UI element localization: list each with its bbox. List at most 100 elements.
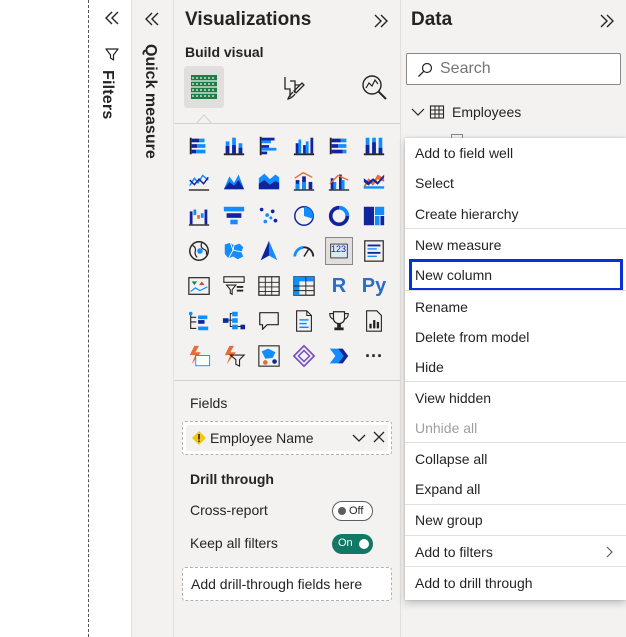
clustered-column-chart-icon[interactable] xyxy=(291,133,317,159)
menu-item-label: Add to drill through xyxy=(415,575,533,591)
python-visual-icon[interactable]: Py xyxy=(361,273,387,299)
menu-item-new-group[interactable]: New group xyxy=(405,506,626,534)
filters-pane: Filters xyxy=(90,0,132,637)
line-and-stacked-column-chart-icon[interactable] xyxy=(291,168,317,194)
menu-item-label: Collapse all xyxy=(415,451,488,467)
smart-narrative-icon[interactable] xyxy=(291,308,317,334)
menu-item-label: View hidden xyxy=(415,390,492,406)
treemap-icon[interactable] xyxy=(361,203,387,229)
100-stacked-bar-chart-icon[interactable] xyxy=(326,133,352,159)
build-visual-tab[interactable] xyxy=(184,66,224,108)
search-input[interactable] xyxy=(440,58,610,80)
menu-divider xyxy=(405,228,626,229)
toggle-state: Off xyxy=(349,505,364,517)
menu-item-label: Add to field well xyxy=(415,145,514,161)
power-automate-flow-icon[interactable] xyxy=(326,343,352,369)
key-influencers-icon[interactable] xyxy=(186,308,212,334)
filled-map-icon[interactable] xyxy=(221,238,247,264)
powerbi-extra-icon[interactable] xyxy=(291,343,317,369)
menu-item-add-to-filters[interactable]: Add to filters xyxy=(405,538,626,566)
menu-divider xyxy=(405,504,626,505)
search-icon xyxy=(418,62,433,77)
menu-item-add-to-field-well[interactable]: Add to field well xyxy=(405,139,626,167)
menu-item-label: New group xyxy=(415,512,483,528)
100-stacked-column-chart-icon[interactable] xyxy=(361,133,387,159)
area-chart-icon[interactable] xyxy=(221,168,247,194)
menu-item-label: New column xyxy=(415,267,493,283)
matrix-icon[interactable] xyxy=(291,273,317,299)
table-icon xyxy=(429,105,445,119)
menu-item-hide[interactable]: Hide xyxy=(405,353,626,381)
menu-item-delete-from-model[interactable]: Delete from model xyxy=(405,323,626,351)
line-and-clustered-column-chart-icon[interactable] xyxy=(326,168,352,194)
table-icon[interactable] xyxy=(256,273,282,299)
menu-item-add-to-drill-through[interactable]: Add to drill through xyxy=(405,569,626,597)
menu-item-new-column[interactable]: New column xyxy=(405,261,626,289)
clustered-bar-chart-icon[interactable] xyxy=(256,133,282,159)
divider xyxy=(174,380,400,381)
map-icon[interactable] xyxy=(186,238,212,264)
chevron-down-icon[interactable] xyxy=(352,432,366,444)
power-automate-icon[interactable] xyxy=(221,343,247,369)
more-visuals-icon[interactable]: ··· xyxy=(361,343,387,369)
metrics-icon[interactable] xyxy=(326,308,352,334)
card-icon[interactable]: 123 xyxy=(325,237,353,265)
toggle-knob xyxy=(338,507,346,515)
cross-report-toggle[interactable]: Off xyxy=(332,501,373,521)
paintbrush-icon xyxy=(284,77,305,100)
filters-label[interactable]: Filters xyxy=(98,70,116,119)
ribbon-chart-icon[interactable] xyxy=(361,168,387,194)
visualizations-title: Visualizations xyxy=(185,9,312,30)
menu-item-expand-all[interactable]: Expand all xyxy=(405,475,626,503)
keep-all-filters-toggle[interactable]: On xyxy=(332,534,373,554)
double-chevron-left-icon[interactable] xyxy=(102,8,122,28)
r-visual-label: R xyxy=(331,274,347,297)
azure-map-icon[interactable] xyxy=(256,238,282,264)
double-chevron-left-icon[interactable] xyxy=(142,9,162,29)
report-canvas[interactable] xyxy=(0,0,89,637)
power-apps-icon[interactable] xyxy=(186,343,212,369)
fields-label: Fields xyxy=(190,395,228,411)
funnel-chart-icon[interactable] xyxy=(221,203,247,229)
menu-item-collapse-all[interactable]: Collapse all xyxy=(405,445,626,473)
fields-well[interactable]: Employee Name xyxy=(182,421,392,455)
toggle-state: On xyxy=(338,537,353,549)
waterfall-chart-icon[interactable] xyxy=(186,203,212,229)
qa-icon[interactable] xyxy=(256,308,282,334)
donut-chart-icon[interactable] xyxy=(326,203,352,229)
pie-chart-icon[interactable] xyxy=(291,203,317,229)
format-visual-tab[interactable] xyxy=(272,66,312,108)
close-icon[interactable] xyxy=(372,430,386,444)
decomposition-tree-icon[interactable] xyxy=(221,308,247,334)
drill-through-well[interactable]: Add drill-through fields here xyxy=(182,567,392,601)
menu-item-label: Unhide all xyxy=(415,420,478,436)
menu-item-view-hidden[interactable]: View hidden xyxy=(405,384,626,412)
r-visual-icon[interactable]: R xyxy=(326,273,352,299)
chevron-down-icon[interactable] xyxy=(411,106,425,118)
multi-row-card-icon[interactable] xyxy=(361,238,387,264)
double-chevron-right-icon[interactable] xyxy=(597,11,617,31)
kpi-icon[interactable] xyxy=(186,273,212,299)
slicer-icon[interactable] xyxy=(221,273,247,299)
menu-item-create-hierarchy[interactable]: Create hierarchy xyxy=(405,200,626,228)
keep-all-filters-label: Keep all filters xyxy=(190,535,278,551)
search-box[interactable] xyxy=(406,53,621,85)
menu-item-select[interactable]: Select xyxy=(405,169,626,197)
double-chevron-right-icon[interactable] xyxy=(371,11,391,31)
quick-measure-label[interactable]: Quick measure xyxy=(141,44,159,159)
menu-item-label: New measure xyxy=(415,237,502,253)
scatter-chart-icon[interactable] xyxy=(256,203,282,229)
gauge-icon[interactable] xyxy=(291,238,317,264)
table-employees[interactable]: Employees xyxy=(409,102,619,124)
arcgis-icon[interactable] xyxy=(256,343,282,369)
field-pill[interactable]: Employee Name xyxy=(186,425,388,451)
stacked-area-chart-icon[interactable] xyxy=(256,168,282,194)
menu-item-rename[interactable]: Rename xyxy=(405,293,626,321)
stacked-bar-chart-icon[interactable] xyxy=(186,133,212,159)
analytics-tab[interactable] xyxy=(354,66,394,108)
menu-item-new-measure[interactable]: New measure xyxy=(405,231,626,259)
paginated-report-icon[interactable] xyxy=(361,308,387,334)
line-chart-icon[interactable] xyxy=(186,168,212,194)
stacked-column-chart-icon[interactable] xyxy=(221,133,247,159)
chevron-right-icon xyxy=(606,546,613,558)
